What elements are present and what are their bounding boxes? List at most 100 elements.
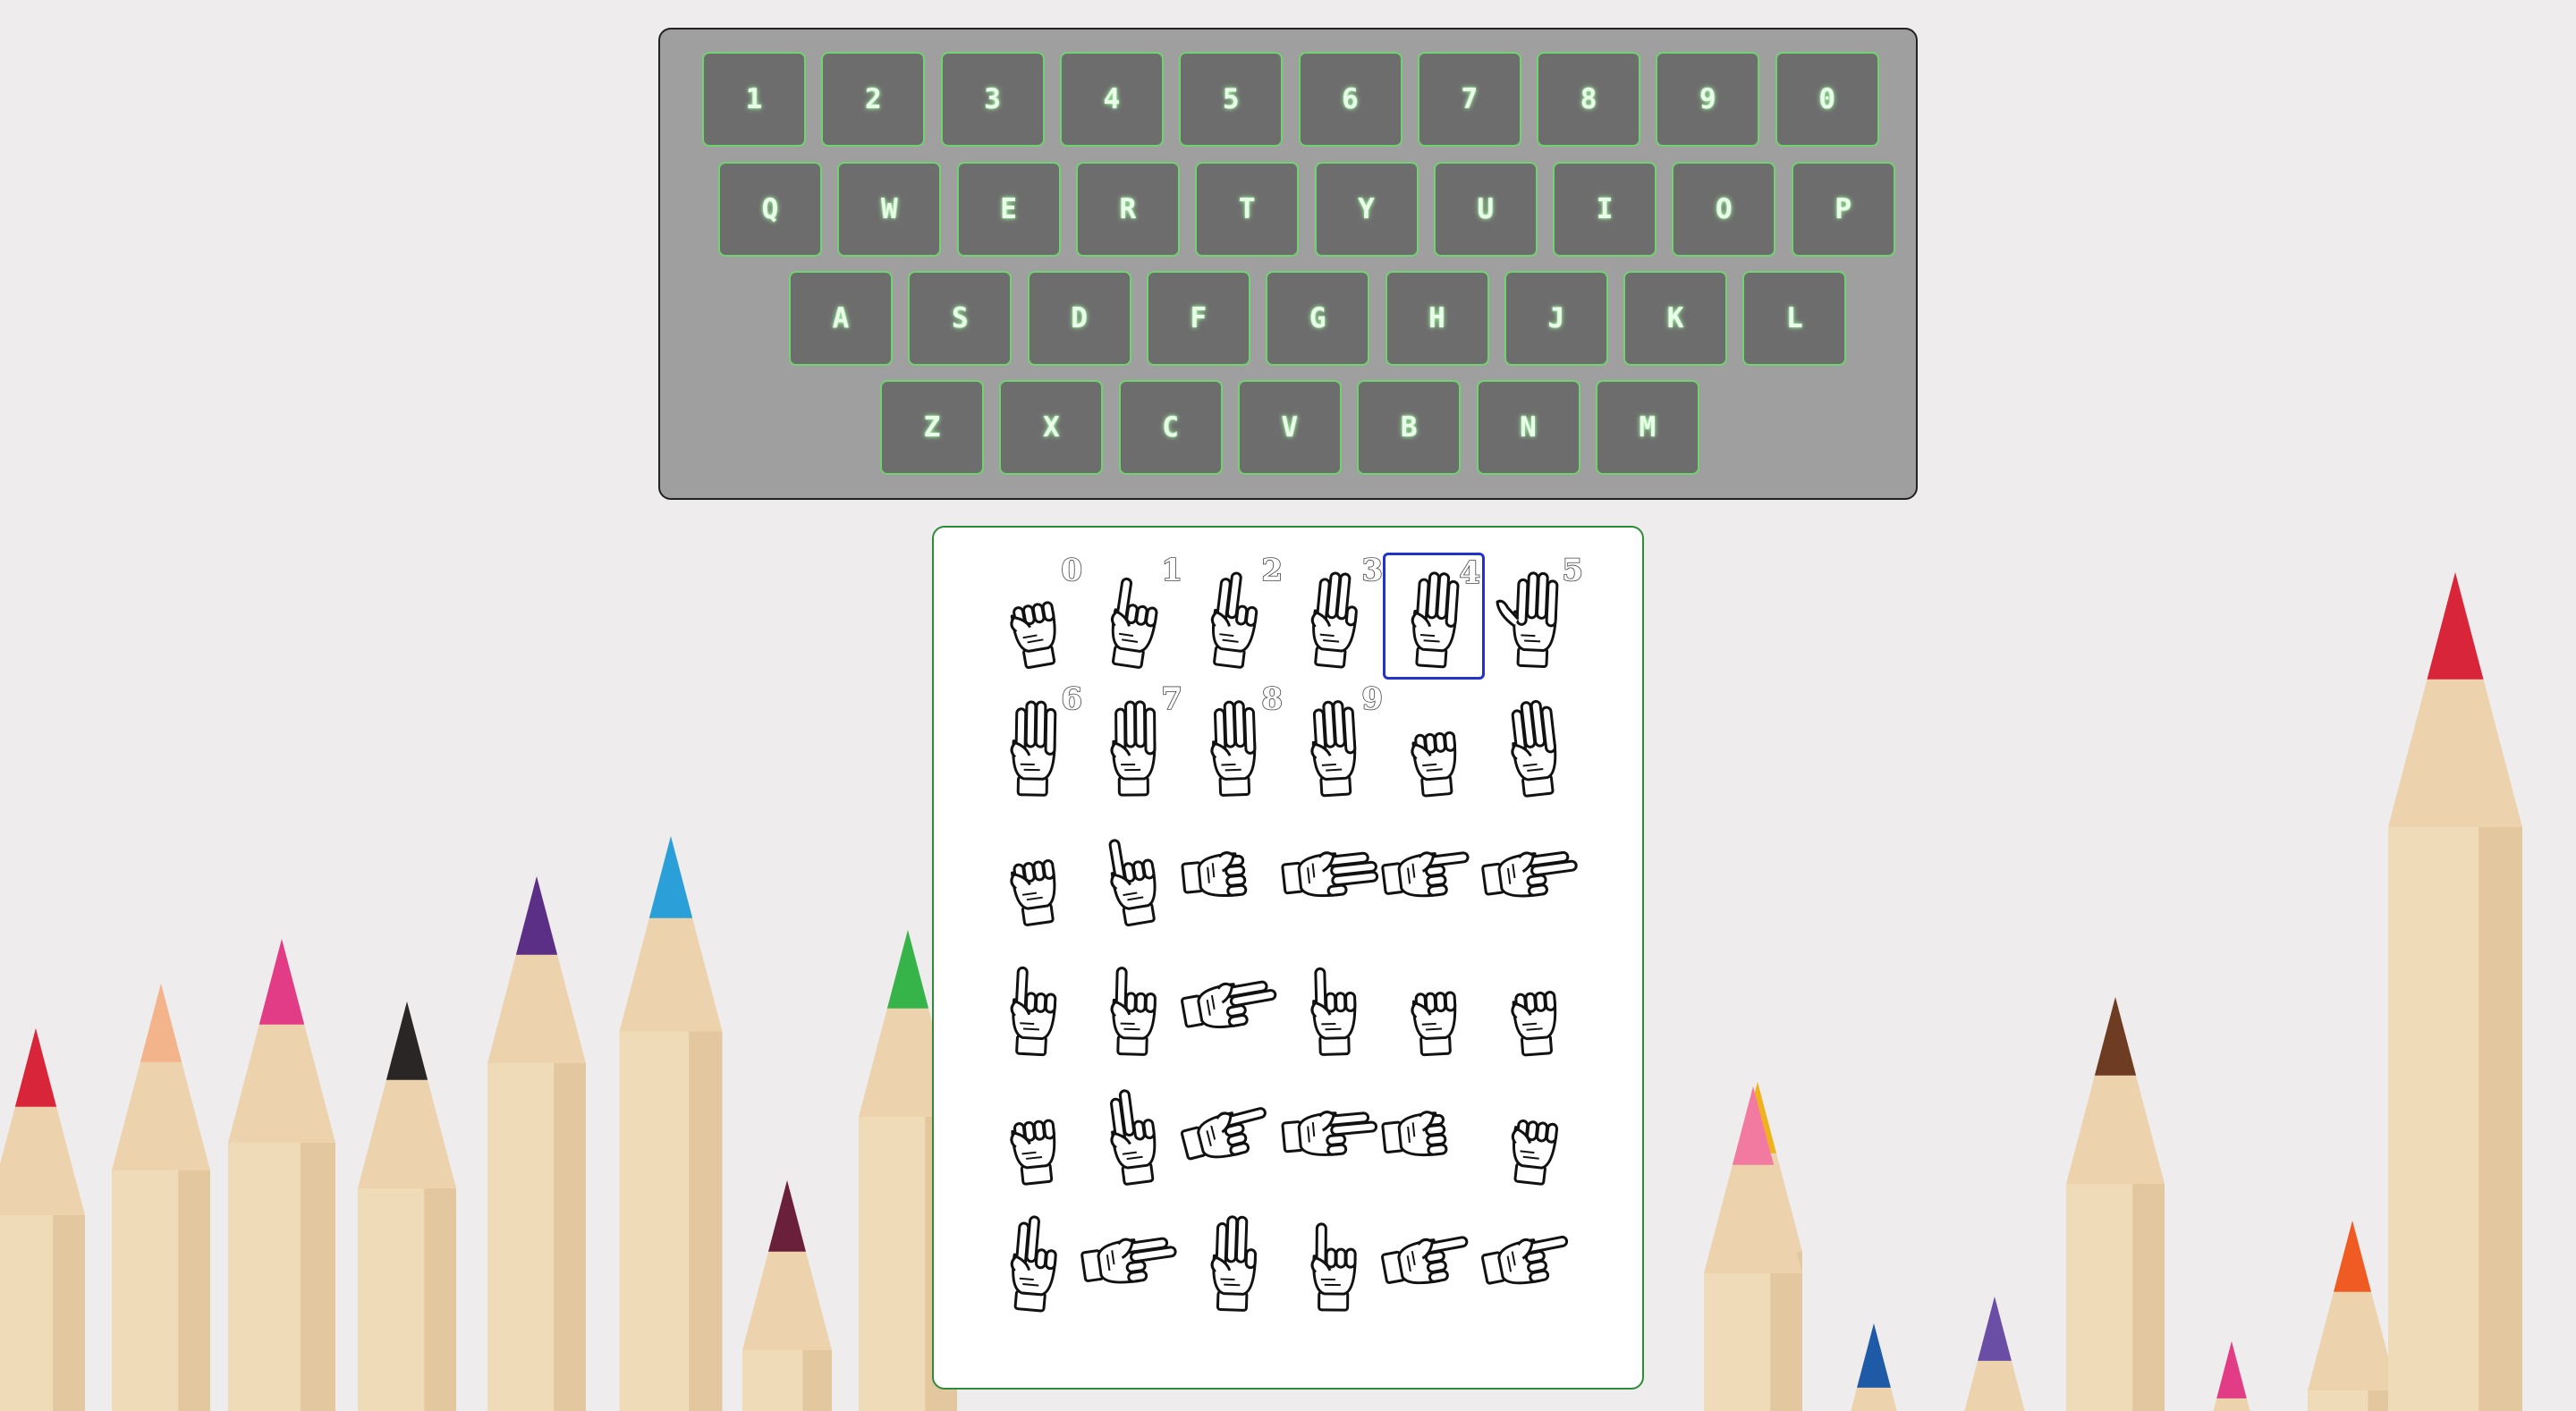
key-d[interactable]: D [1027,271,1131,366]
key-p[interactable]: P [1791,162,1895,257]
hand-sign-icon [1281,851,1379,898]
key-n[interactable]: N [1476,380,1580,475]
key-6[interactable]: 6 [1298,52,1402,147]
sign-cell-z[interactable] [1480,1196,1585,1323]
sign-cell-u[interactable] [982,1196,1084,1323]
virtual-keyboard: 1234567890 QWERTYUIOP ASDFGHJKL ZXCVBNM [658,28,1918,500]
sign-cell-0[interactable]: 0 [982,552,1084,680]
hand-sign-icon [1381,1236,1469,1285]
sign-cell-r[interactable] [1281,1069,1385,1196]
key-q[interactable]: Q [718,162,822,257]
pencil-decoration [2066,997,2165,1411]
sign-cell-y[interactable] [1381,1196,1485,1323]
key-i[interactable]: I [1553,162,1657,257]
sign-number-label: 9 [1361,680,1384,718]
key-w[interactable]: W [837,162,942,257]
sign-cell-c[interactable] [982,810,1084,937]
sign-number-label: 1 [1161,552,1183,589]
key-s[interactable]: S [908,271,1013,366]
sign-cell-p[interactable] [1082,1069,1184,1196]
sign-cell-w[interactable] [1182,1196,1284,1323]
hand-sign-icon [1281,1111,1378,1156]
hand-sign-icon [1411,991,1457,1057]
key-h[interactable]: H [1385,271,1489,366]
keyboard-row-zxcv: ZXCVBNM [660,380,1916,477]
key-7[interactable]: 7 [1417,52,1521,147]
key-o[interactable]: O [1672,162,1776,257]
sign-cell-t[interactable] [1483,1069,1585,1196]
sign-cell-7[interactable]: 7 [1082,680,1184,808]
sign-cell-f[interactable] [1281,810,1385,937]
key-9[interactable]: 9 [1656,52,1760,147]
sign-number-label: 2 [1261,552,1284,589]
hand-sign-icon [1110,1089,1157,1186]
pencil-decoration [228,939,335,1411]
key-3[interactable]: 3 [940,52,1045,147]
key-a[interactable]: A [789,271,893,366]
key-8[interactable]: 8 [1537,52,1641,147]
hand-sign-icon [1180,1107,1267,1161]
hand-sign-icon [1080,1237,1177,1284]
key-g[interactable]: G [1266,271,1370,366]
hand-sign-icon [1010,1119,1056,1186]
sign-cell-j[interactable] [1082,941,1184,1068]
pencil-decoration [1834,1323,1914,1411]
sign-cell-o[interactable] [982,1069,1084,1196]
sign-cell-8[interactable]: 8 [1182,680,1284,808]
sign-cell-g[interactable] [1381,810,1485,937]
key-2[interactable]: 2 [821,52,926,147]
sign-cell-h[interactable] [1481,810,1585,937]
pencil-decoration [2308,1221,2397,1411]
sign-cell-l[interactable] [1283,941,1385,1068]
hand-sign-icon [1110,967,1157,1056]
key-r[interactable]: R [1075,162,1180,257]
key-j[interactable]: J [1504,271,1608,366]
sign-cell-d[interactable] [1082,810,1184,937]
sign-cell-x[interactable] [1283,1196,1385,1323]
sign-number-label: 0 [1061,552,1083,589]
hand-sign-icon [1210,1215,1258,1312]
key-x[interactable]: X [999,380,1104,475]
key-z[interactable]: Z [880,380,984,475]
key-1[interactable]: 1 [702,52,806,147]
key-b[interactable]: B [1357,380,1462,475]
sign-cell-4[interactable]: 4 [1383,553,1485,680]
key-4[interactable]: 4 [1059,52,1164,147]
sign-cell-1[interactable]: 1 [1082,552,1184,680]
sign-cell-e[interactable] [1181,810,1284,937]
sign-number-label: 6 [1061,680,1083,718]
key-5[interactable]: 5 [1179,52,1284,147]
hand-sign-icon [1511,991,1557,1057]
key-0[interactable]: 0 [1775,52,1879,147]
key-f[interactable]: F [1146,271,1250,366]
sign-cell-n[interactable] [1483,941,1585,1068]
sign-cell-q[interactable] [1180,1069,1284,1196]
key-y[interactable]: Y [1314,162,1419,257]
sign-cell-i[interactable] [982,941,1084,1068]
key-v[interactable]: V [1237,380,1342,475]
sign-cell-2[interactable]: 2 [1182,552,1284,680]
key-m[interactable]: M [1595,380,1699,475]
sign-language-chart: 0 1 2 3 4 5 6 7 8 9 [932,526,1644,1390]
pencil-decoration [487,876,586,1411]
key-k[interactable]: K [1623,271,1728,366]
pencil-decoration [2388,572,2522,1411]
key-t[interactable]: T [1195,162,1300,257]
sign-cell-k[interactable] [1181,941,1284,1068]
sign-cell-5[interactable]: 5 [1483,552,1585,680]
hand-sign-icon [1511,699,1557,798]
sign-cell-a[interactable] [1383,681,1485,808]
key-u[interactable]: U [1433,162,1538,257]
sign-cell-s[interactable] [1381,1069,1485,1196]
hand-sign-icon [1381,851,1470,898]
sign-cell-3[interactable]: 3 [1283,552,1385,680]
sign-cell-9[interactable]: 9 [1283,680,1385,808]
sign-cell-m[interactable] [1383,941,1485,1068]
pencil-decoration [742,1180,832,1411]
key-c[interactable]: C [1118,380,1223,475]
sign-cell-v[interactable] [1080,1196,1184,1323]
key-l[interactable]: L [1742,271,1847,366]
sign-cell-6[interactable]: 6 [982,680,1084,808]
sign-cell-b[interactable] [1483,681,1585,808]
key-e[interactable]: E [956,162,1061,257]
